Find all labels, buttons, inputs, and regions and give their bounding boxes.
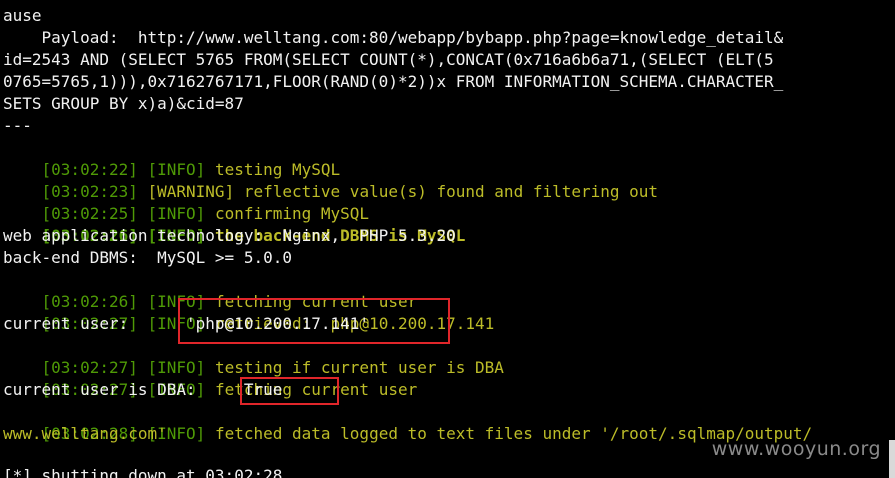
current-user-label: current user:: [3, 314, 129, 333]
log-line-warning: [03:02:23] [WARNING] reflective value(s)…: [3, 159, 659, 201]
highlight-box-is-dba: [240, 377, 339, 405]
watermark: www.wooyun.org: [711, 438, 881, 460]
log-line-fetched-data: [03:02:28] [INFO] fetched data logged to…: [3, 401, 813, 443]
log-line-testing-mysql: [03:02:22] [INFO] testing MySQL: [3, 137, 341, 179]
terminal-window[interactable]: ause Payload: http://www.welltang.com:80…: [0, 0, 895, 478]
scrollbar[interactable]: [889, 440, 895, 478]
log-line-fetching-user: [03:02:26] [INFO] fetching current user: [3, 269, 418, 311]
highlight-box-current-user: [178, 298, 450, 344]
payload-line-2: id=2543 AND (SELECT 5765 FROM(SELECT COU…: [3, 50, 774, 69]
payload-line-3: 0765=5765,1))),0x7162767171,FLOOR(RAND(0…: [3, 72, 784, 91]
shutdown-line: [*] shutting down at 03:02:28: [3, 466, 283, 478]
log-line-fetching-user-2: [03:02:27] [INFO] fetching current user: [3, 357, 418, 399]
is-dba-label: current user is DBA:: [3, 380, 196, 399]
log-line-backend-dbms: [03:02:26] [INFO] the back-end DBMS is M…: [3, 203, 466, 245]
payload-line-1: Payload: http://www.welltang.com:80/weba…: [3, 28, 784, 47]
log-line-confirming-mysql: [03:02:25] [INFO] confirming MySQL: [3, 181, 370, 223]
terminal-line-cause: ause: [3, 6, 42, 25]
backend-dbms-line: back-end DBMS: MySQL >= 5.0.0: [3, 248, 292, 267]
web-technology-line: web application technology: Nginx, PHP 5…: [3, 226, 456, 245]
separator-line: ---: [3, 116, 32, 135]
payload-line-4: SETS GROUP BY x)a)&cid=87: [3, 94, 244, 113]
log-line-fetched-data-cont: www.welltang.com': [3, 424, 167, 443]
